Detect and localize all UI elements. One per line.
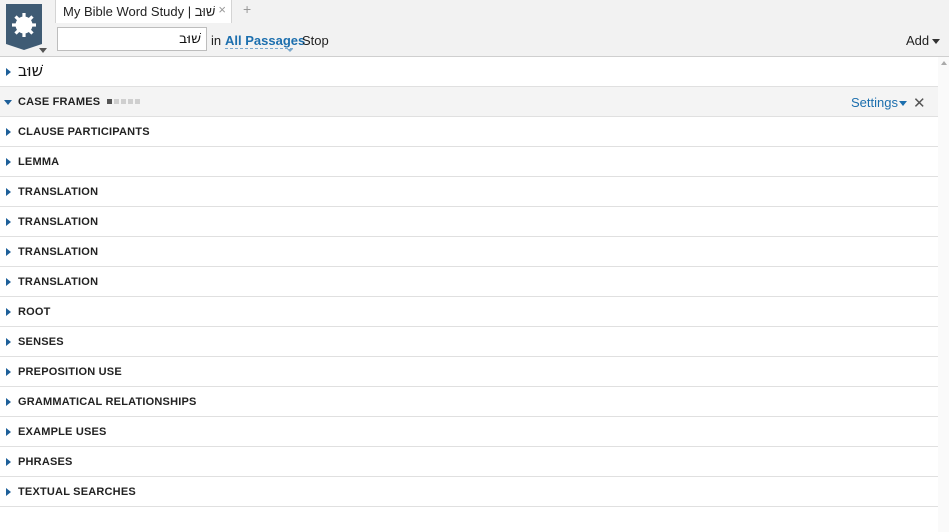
add-button[interactable]: Add — [906, 33, 929, 48]
loading-square — [135, 99, 140, 104]
vertical-scrollbar[interactable] — [938, 57, 949, 532]
all-passages-underline — [225, 48, 293, 49]
section-row[interactable]: SENSES — [0, 327, 938, 357]
section-row[interactable]: LEMMA — [0, 147, 938, 177]
word-search-input[interactable] — [57, 27, 207, 51]
loading-square — [114, 99, 119, 104]
new-tab-plus-icon[interactable]: + — [243, 1, 251, 17]
expand-triangle-icon[interactable] — [6, 68, 11, 76]
settings-caret-icon[interactable] — [899, 101, 907, 106]
headword-text: שׁוּב — [18, 61, 43, 80]
section-row[interactable]: TRANSLATION — [0, 177, 938, 207]
close-section-icon[interactable]: ✕ — [913, 94, 926, 112]
loading-square — [128, 99, 133, 104]
headword-row[interactable]: שׁוּב — [0, 57, 938, 87]
expand-triangle-icon[interactable] — [6, 278, 11, 286]
expand-triangle-icon[interactable] — [6, 368, 11, 376]
section-label: TRANSLATION — [18, 216, 99, 228]
in-label: in — [211, 33, 222, 48]
expand-triangle-icon[interactable] — [6, 128, 11, 136]
section-row[interactable]: ROOT — [0, 297, 938, 327]
section-row[interactable]: TEXTUAL SEARCHES — [0, 477, 938, 507]
section-label: EXAMPLE USES — [18, 426, 107, 438]
loading-square — [121, 99, 126, 104]
section-label: ROOT — [18, 306, 51, 318]
section-label: TEXTUAL SEARCHES — [18, 486, 136, 498]
section-row[interactable]: CLAUSE PARTICIPANTS — [0, 117, 938, 147]
tab-word-study[interactable]: My Bible Word Study | שׁוּב × — [55, 0, 232, 23]
section-row[interactable]: PHRASES — [0, 447, 938, 477]
expand-triangle-icon[interactable] — [6, 458, 11, 466]
section-row[interactable]: TRANSLATION — [0, 207, 938, 237]
tab-title: My Bible Word Study | שׁוּב — [63, 4, 216, 19]
app-menu-caret-icon[interactable] — [39, 48, 47, 53]
tab-close-icon[interactable]: × — [218, 2, 226, 17]
section-row[interactable]: GRAMMATICAL RELATIONSHIPS — [0, 387, 938, 417]
section-label: CLAUSE PARTICIPANTS — [18, 126, 150, 138]
section-label: LEMMA — [18, 156, 60, 168]
section-case-frames[interactable]: CASE FRAMES Settings ✕ — [0, 87, 938, 117]
expand-triangle-icon[interactable] — [6, 338, 11, 346]
scroll-up-arrow-icon[interactable] — [941, 61, 947, 65]
expand-triangle-icon[interactable] — [6, 188, 11, 196]
app-menu-gear-icon[interactable] — [6, 4, 42, 50]
loading-indicator — [107, 99, 140, 104]
expand-triangle-icon[interactable] — [6, 218, 11, 226]
section-label: PHRASES — [18, 456, 73, 468]
section-row[interactable]: PREPOSITION USE — [0, 357, 938, 387]
expand-triangle-icon[interactable] — [6, 308, 11, 316]
expand-triangle-icon[interactable] — [6, 428, 11, 436]
expand-triangle-icon[interactable] — [6, 398, 11, 406]
section-label: SENSES — [18, 336, 64, 348]
section-label: TRANSLATION — [18, 186, 99, 198]
settings-link[interactable]: Settings — [851, 95, 898, 110]
section-label: GRAMMATICAL RELATIONSHIPS — [18, 396, 197, 408]
passages-dropdown-caret-icon[interactable] — [287, 49, 293, 52]
app-toolbar: My Bible Word Study | שׁוּב × + in All P… — [0, 0, 949, 57]
section-row[interactable]: TRANSLATION — [0, 267, 938, 297]
section-label: PREPOSITION USE — [18, 366, 122, 378]
loading-square — [107, 99, 112, 104]
expand-triangle-icon[interactable] — [6, 248, 11, 256]
expand-triangle-icon[interactable] — [6, 158, 11, 166]
all-passages-link[interactable]: All Passages — [225, 33, 305, 48]
section-label: TRANSLATION — [18, 276, 99, 288]
section-row[interactable]: TRANSLATION — [0, 237, 938, 267]
add-dropdown-caret-icon[interactable] — [932, 39, 940, 44]
stop-button[interactable]: Stop — [302, 33, 329, 48]
expand-triangle-icon[interactable] — [6, 488, 11, 496]
collapse-triangle-icon[interactable] — [4, 100, 12, 105]
section-label: CASE FRAMES — [18, 96, 101, 108]
section-label: TRANSLATION — [18, 246, 99, 258]
section-row[interactable]: EXAMPLE USES — [0, 417, 938, 447]
